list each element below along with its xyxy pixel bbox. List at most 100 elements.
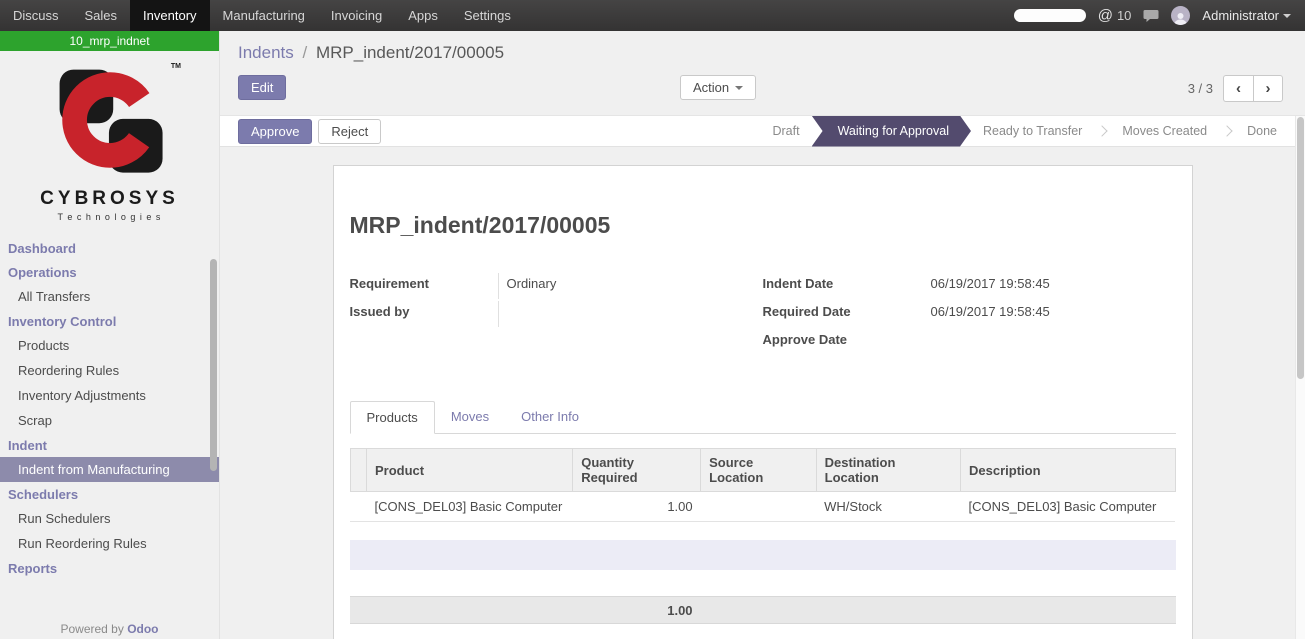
column-destination-location[interactable]: Destination Location: [816, 449, 960, 492]
field-approve-date[interactable]: [923, 329, 1176, 355]
user-avatar[interactable]: [1171, 6, 1190, 25]
pager-count: 3 / 3: [1188, 81, 1213, 96]
logo-wordmark: CYBROSYS: [0, 188, 219, 210]
at-icon: @: [1098, 7, 1113, 24]
label-requirement: Requirement: [350, 273, 498, 291]
menu-discuss[interactable]: Discuss: [0, 0, 72, 31]
state-done[interactable]: Done: [1233, 115, 1291, 147]
menu-apps[interactable]: Apps: [395, 0, 451, 31]
trademark-label: TM: [171, 63, 181, 70]
inbox-count: 10: [1117, 8, 1131, 23]
state-waiting-for-approval[interactable]: Waiting for Approval: [812, 116, 971, 147]
column-product[interactable]: Product: [367, 449, 573, 492]
state-ready-to-transfer[interactable]: Ready to Transfer: [969, 115, 1096, 147]
field-required-date[interactable]: 06/19/2017 19:58:45: [923, 301, 1176, 327]
user-menu[interactable]: Administrator: [1202, 8, 1291, 23]
menu-invoicing[interactable]: Invoicing: [318, 0, 395, 31]
breadcrumb-current: MRP_indent/2017/00005: [316, 43, 504, 62]
odoo-brand-link[interactable]: Odoo: [127, 622, 158, 636]
caret-down-icon: [1283, 14, 1291, 18]
tab-other-info[interactable]: Other Info: [505, 401, 595, 434]
column-description[interactable]: Description: [961, 449, 1176, 492]
systray: @ 10 Administrator: [1014, 0, 1305, 31]
notebook-tabs: Products Moves Other Info: [350, 401, 1176, 434]
record-title: MRP_indent/2017/00005: [350, 212, 1176, 239]
field-indent-date[interactable]: 06/19/2017 19:58:45: [923, 273, 1176, 299]
sidebar-item-indent-from-manufacturing[interactable]: Indent from Manufacturing: [0, 457, 219, 482]
menu-manufacturing[interactable]: Manufacturing: [210, 0, 318, 31]
sidebar-section-inventory-control[interactable]: Inventory Control: [0, 309, 219, 333]
control-panel: Edit Action 3 / 3 ‹ ›: [220, 75, 1305, 103]
scrollbar-thumb[interactable]: [1297, 117, 1304, 379]
table-total-row: 1.00: [350, 596, 1176, 624]
logo-subtitle: T e c h n o l o g i e s: [0, 212, 219, 222]
label-issued-by: Issued by: [350, 301, 498, 319]
chevron-right-icon: ›: [1266, 80, 1271, 97]
state-moves-created[interactable]: Moves Created: [1108, 115, 1221, 147]
chevron-left-icon: ‹: [1236, 80, 1241, 97]
form-sheet: MRP_indent/2017/00005 Requirement Ordina…: [333, 165, 1193, 639]
sidebar-item-run-reordering-rules[interactable]: Run Reordering Rules: [0, 531, 219, 556]
field-requirement[interactable]: Ordinary: [498, 273, 763, 299]
reject-button[interactable]: Reject: [318, 119, 381, 144]
chat-bubble-icon[interactable]: [1143, 9, 1159, 23]
breadcrumb-parent[interactable]: Indents: [238, 43, 294, 62]
cell-product: [CONS_DEL03] Basic Computer: [367, 492, 573, 522]
state-draft[interactable]: Draft: [758, 115, 813, 147]
row-handle-cell: [350, 492, 367, 522]
sidebar: 10_mrp_indnet TM CYBROSYS T e c h n o l …: [0, 31, 220, 639]
sidebar-section-reports[interactable]: Reports: [0, 556, 219, 580]
sidebar-section-schedulers[interactable]: Schedulers: [0, 482, 219, 506]
sidebar-item-all-transfers[interactable]: All Transfers: [0, 284, 219, 309]
column-quantity-required[interactable]: Quantity Required: [573, 449, 701, 492]
sidebar-item-inventory-adjustments[interactable]: Inventory Adjustments: [0, 383, 219, 408]
sidebar-scrollbar[interactable]: [210, 259, 217, 471]
powered-by: Powered by Odoo: [0, 622, 219, 636]
progress-indicator: [1014, 9, 1086, 22]
sidebar-item-run-schedulers[interactable]: Run Schedulers: [0, 506, 219, 531]
cell-quantity: 1.00: [573, 492, 701, 522]
caret-down-icon: [735, 86, 743, 90]
menu-inventory[interactable]: Inventory: [130, 0, 209, 31]
user-name: Administrator: [1202, 8, 1279, 23]
main-scrollbar[interactable]: [1295, 116, 1305, 639]
state-separator-icon: [1221, 125, 1232, 136]
action-dropdown[interactable]: Action: [680, 75, 756, 100]
label-approve-date: Approve Date: [763, 329, 923, 347]
cell-source-location: [701, 492, 817, 522]
sidebar-section-dashboard[interactable]: Dashboard: [0, 236, 219, 260]
cell-description: [CONS_DEL03] Basic Computer: [961, 492, 1176, 522]
table-header-row: Product Quantity Required Source Locatio…: [350, 449, 1175, 492]
statusbar: Approve Reject Draft Waiting for Approva…: [220, 115, 1305, 147]
top-navbar: Discuss Sales Inventory Manufacturing In…: [0, 0, 1305, 31]
table-row[interactable]: [CONS_DEL03] Basic Computer 1.00 WH/Stoc…: [350, 492, 1175, 522]
cybrosys-logo-icon: [51, 61, 169, 179]
field-issued-by[interactable]: [498, 301, 763, 327]
breadcrumb-separator: /: [303, 43, 308, 62]
label-required-date: Required Date: [763, 301, 923, 319]
sidebar-item-scrap[interactable]: Scrap: [0, 408, 219, 433]
column-source-location[interactable]: Source Location: [701, 449, 817, 492]
edit-button[interactable]: Edit: [238, 75, 286, 100]
sidebar-item-products[interactable]: Products: [0, 333, 219, 358]
inbox-counter[interactable]: @ 10: [1098, 7, 1132, 24]
breadcrumb: Indents / MRP_indent/2017/00005: [220, 31, 1305, 63]
tab-products[interactable]: Products: [350, 401, 435, 434]
menu-settings[interactable]: Settings: [451, 0, 524, 31]
total-quantity: 1.00: [350, 603, 701, 618]
status-pipeline: Draft Waiting for Approval Ready to Tran…: [758, 115, 1291, 147]
empty-row-highlight: [350, 540, 1176, 570]
field-groups: Requirement Ordinary Issued by Indent Da…: [350, 273, 1176, 357]
approve-button[interactable]: Approve: [238, 119, 312, 144]
tab-moves[interactable]: Moves: [435, 401, 505, 434]
sidebar-section-operations[interactable]: Operations: [0, 260, 219, 284]
sidebar-item-reordering-rules[interactable]: Reordering Rules: [0, 358, 219, 383]
form-view: MRP_indent/2017/00005 Requirement Ordina…: [220, 147, 1305, 639]
action-label: Action: [693, 80, 729, 95]
database-badge: 10_mrp_indnet: [0, 31, 219, 51]
row-handle-header: [350, 449, 367, 492]
pager-previous-button[interactable]: ‹: [1223, 75, 1253, 102]
pager-next-button[interactable]: ›: [1253, 75, 1283, 102]
menu-sales[interactable]: Sales: [72, 0, 131, 31]
sidebar-section-indent[interactable]: Indent: [0, 433, 219, 457]
